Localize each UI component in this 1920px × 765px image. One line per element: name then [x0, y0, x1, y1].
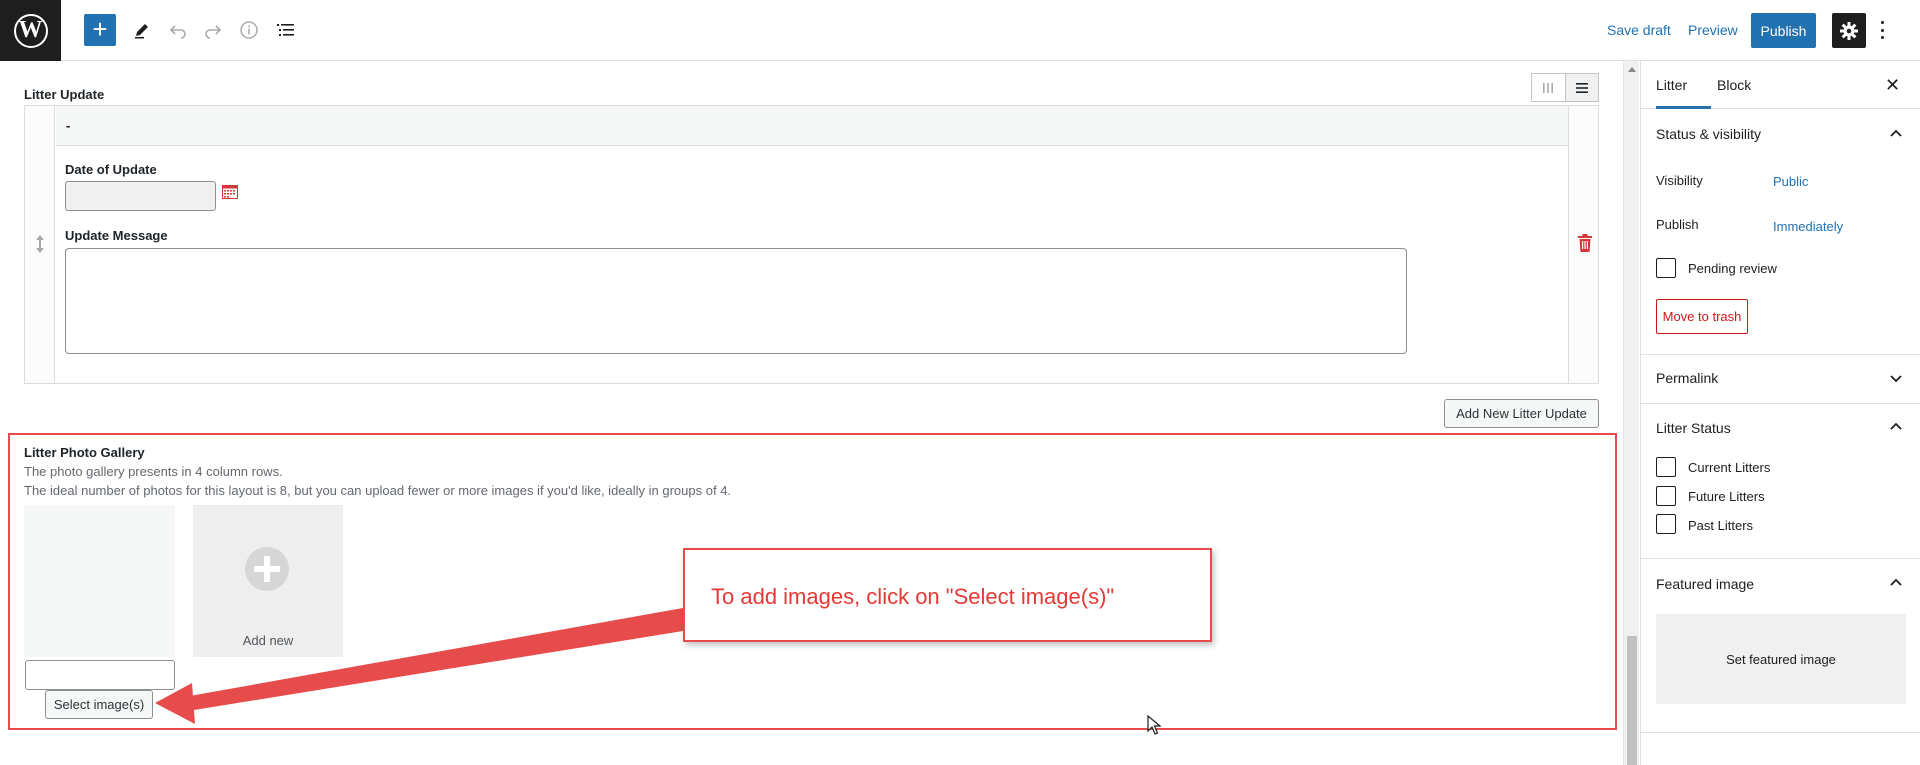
annotation-text: To add images, click on "Select image(s)…: [711, 584, 1115, 609]
current-litters-checkbox[interactable]: [1656, 457, 1676, 477]
layout-toggle: [1531, 73, 1599, 102]
permalink-title[interactable]: Permalink: [1656, 370, 1718, 386]
sidebar-tabs: Litter Block ✕: [1641, 61, 1920, 109]
date-of-update-label: Date of Update: [65, 162, 157, 177]
future-litters-checkbox[interactable]: [1656, 486, 1676, 506]
info-icon[interactable]: [235, 16, 263, 44]
add-block-button[interactable]: +: [84, 14, 116, 46]
gear-icon: [1840, 21, 1858, 40]
calendar-icon[interactable]: [222, 185, 238, 204]
gallery-image-field[interactable]: [25, 660, 175, 690]
pending-review-label: Pending review: [1688, 261, 1777, 276]
set-featured-image-button[interactable]: Set featured image: [1656, 614, 1906, 704]
sidebar-divider: [1641, 732, 1920, 733]
sidebar-divider: [1641, 403, 1920, 404]
plus-circle-icon: [245, 547, 289, 591]
block-editor-screen: W + Save draft Preview Publish Litter Up…: [0, 0, 1920, 765]
trash-icon[interactable]: [1578, 234, 1592, 257]
editor-top-bar: W + Save draft Preview Publish: [0, 0, 1920, 61]
add-new-litter-update-button[interactable]: Add New Litter Update: [1444, 399, 1599, 428]
preview-button[interactable]: Preview: [1688, 22, 1738, 38]
select-images-button[interactable]: Select image(s): [45, 690, 153, 719]
gallery-description-line-2: The ideal number of photos for this layo…: [24, 483, 732, 498]
editor-scrollbar[interactable]: [1623, 61, 1639, 765]
redo-icon[interactable]: [199, 16, 227, 44]
sidebar-divider: [1641, 354, 1920, 355]
visibility-value-link[interactable]: Public: [1773, 174, 1808, 189]
publish-date-link[interactable]: Immediately: [1773, 219, 1843, 234]
active-tab-indicator: [1656, 106, 1711, 109]
publish-label: Publish: [1656, 217, 1699, 232]
gallery-description-line-1: The photo gallery presents in 4 column r…: [24, 464, 283, 479]
gallery-empty-thumbnail: [24, 505, 175, 657]
move-to-trash-button[interactable]: Move to trash: [1656, 299, 1748, 334]
past-litters-label: Past Litters: [1688, 518, 1754, 533]
date-of-update-field[interactable]: [65, 181, 216, 211]
future-litters-label: Future Litters: [1688, 489, 1765, 504]
block-layout-icon[interactable]: [1564, 74, 1598, 101]
chevron-up-icon[interactable]: [1889, 127, 1903, 141]
add-new-image-tile[interactable]: Add new: [193, 505, 343, 657]
litter-update-title: Litter Update: [24, 87, 105, 102]
chevron-down-icon[interactable]: [1889, 371, 1903, 385]
add-new-label: Add new: [242, 633, 294, 648]
scrollbar-thumb[interactable]: [1627, 636, 1637, 765]
tab-litter[interactable]: Litter: [1656, 77, 1687, 93]
litter-photo-gallery-title: Litter Photo Gallery: [24, 445, 145, 460]
visibility-label: Visibility: [1656, 173, 1703, 188]
list-view-icon[interactable]: [272, 16, 300, 44]
wordpress-logo-mark: W: [13, 13, 48, 48]
undo-icon[interactable]: [164, 16, 192, 44]
close-icon[interactable]: ✕: [1885, 75, 1900, 96]
mouse-cursor-icon: [1147, 714, 1162, 740]
sidebar-divider: [1641, 558, 1920, 559]
annotation-callout: To add images, click on "Select image(s)…: [683, 548, 1212, 642]
scroll-up-arrow-icon[interactable]: [1628, 67, 1636, 72]
table-layout-icon[interactable]: [1532, 74, 1565, 101]
update-message-label: Update Message: [65, 228, 168, 243]
chevron-up-icon[interactable]: [1889, 576, 1903, 590]
more-options-button[interactable]: [1876, 18, 1888, 42]
past-litters-checkbox[interactable]: [1656, 514, 1676, 534]
publish-button[interactable]: Publish: [1751, 13, 1816, 48]
pencil-tool-icon[interactable]: [128, 16, 156, 44]
update-message-textarea[interactable]: [65, 248, 1407, 354]
settings-button[interactable]: [1832, 13, 1866, 48]
status-visibility-title[interactable]: Status & visibility: [1656, 126, 1761, 142]
tab-block[interactable]: Block: [1717, 77, 1751, 93]
save-draft-button[interactable]: Save draft: [1607, 22, 1671, 38]
pending-review-checkbox[interactable]: [1656, 258, 1676, 278]
current-litters-label: Current Litters: [1688, 460, 1771, 475]
wordpress-logo[interactable]: W: [0, 0, 61, 61]
row-drag-handle[interactable]: [25, 106, 55, 383]
row-remove-cell: [1568, 106, 1598, 383]
litter-status-title[interactable]: Litter Status: [1656, 420, 1731, 436]
row-header[interactable]: -: [56, 106, 1568, 146]
featured-image-title[interactable]: Featured image: [1656, 576, 1754, 592]
editor-canvas: Litter Update - Date of Update Update Me…: [0, 61, 1623, 765]
drag-arrows-icon: [35, 234, 45, 259]
chevron-up-icon[interactable]: [1889, 420, 1903, 434]
settings-sidebar: Litter Block ✕ Status & visibility Visib…: [1640, 61, 1920, 765]
